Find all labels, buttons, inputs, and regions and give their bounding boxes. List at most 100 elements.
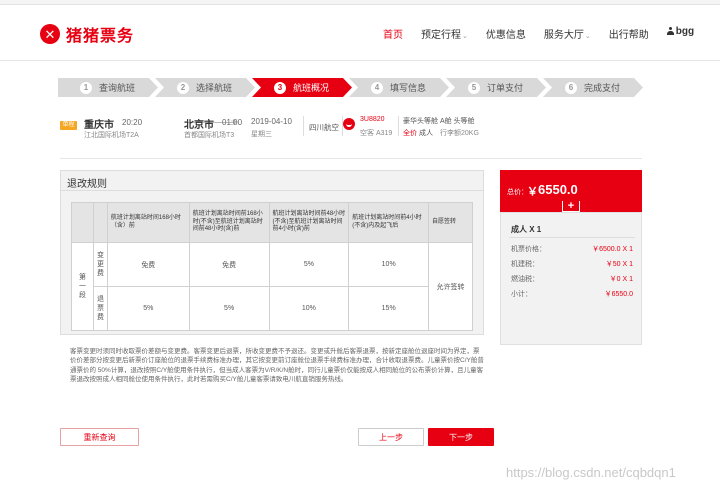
site-logo[interactable]: ✕ 猪猪票务 <box>40 22 134 46</box>
booking-steps: 1 查询航班 2 选择航班 3 航班概况 4 填写信息 5 订单支付 6 完成支付 <box>58 78 643 97</box>
aircraft-type: 空客 A319 <box>360 130 393 137</box>
price-row-label: 燃油税： <box>511 276 539 283</box>
table-header-row: 航班计划离站时间168小时（含）前 航班计划离站时间前168小时(不含)至航班计… <box>71 202 473 243</box>
endorse-cell: 允许签转 <box>428 242 473 331</box>
departure-city: 重庆市 <box>84 120 114 131</box>
header-divider <box>0 60 720 61</box>
rules-title: 退改规则 <box>67 179 107 190</box>
price-row: 机票价格： ￥6500.0 X 1 <box>511 244 633 254</box>
prev-step-button[interactable]: 上一步 <box>358 428 424 446</box>
user-icon <box>666 27 674 35</box>
flight-divider <box>60 158 642 159</box>
chevron-down-icon: ⌄ <box>462 33 468 40</box>
step-number: 2 <box>177 82 189 94</box>
table-cell: 免费 <box>188 242 270 287</box>
table-header-cell: 航班计划离站时间前168小时(不含)至航班计划离站时间前48小时(含)前 <box>188 202 270 243</box>
watermark: https://blog.csdn.net/cqbdqn1 <box>506 465 676 480</box>
price-row-label: 机建税： <box>511 261 539 268</box>
step-label: 选择航班 <box>196 83 233 93</box>
table-row-change: 第一段 变更费 免费 免费 5% 10% 允许签转 <box>71 242 473 331</box>
chevron-down-icon: ⌄ <box>584 33 591 40</box>
step-number: 4 <box>371 82 383 94</box>
table-header-cell: 航班计划离站时间前4小时(不含)内及起飞后 <box>348 202 430 243</box>
nav-booking-label: 预定行程 <box>421 30 461 41</box>
baggage-allowance: 行李额20KG <box>440 130 479 137</box>
table-header-cell: 自愿签转 <box>428 202 473 243</box>
flight-weekday: 星期三 <box>251 131 272 138</box>
price-row: 机建税： ￥50 X 1 <box>511 259 633 269</box>
step-search: 1 查询航班 <box>58 78 158 97</box>
price-row-label: 机票价格： <box>511 246 546 253</box>
nav-booking[interactable]: 预定行程⌄ <box>421 26 468 41</box>
price-divider <box>509 237 635 238</box>
nav-service-label: 服务大厅 <box>543 30 584 41</box>
step-overview: 3 航班概况 <box>252 78 352 97</box>
price-row-label: 小计： <box>511 291 532 298</box>
step-number: 5 <box>468 82 480 94</box>
price-row-value: ￥6550.0 <box>604 291 633 298</box>
table-cell: 10% <box>348 242 430 287</box>
arrival-airport: 首都国际机场T3 <box>184 132 235 139</box>
requery-button[interactable]: 重新查询 <box>60 428 139 446</box>
change-fee-label: 变更费 <box>92 242 108 287</box>
airline-logo-icon <box>343 118 355 130</box>
table-cell: 5% <box>106 286 190 331</box>
flight-date: 2019-04-10 <box>251 117 292 126</box>
nav-offers[interactable]: 优惠信息 <box>486 26 526 41</box>
table-cell: 免费 <box>106 242 190 287</box>
airline-name: 四川航空 <box>309 123 339 132</box>
step-number: 6 <box>565 82 577 94</box>
logo-mark-icon: ✕ <box>40 24 60 44</box>
step-select: 2 选择航班 <box>155 78 255 97</box>
table-cell: 15% <box>348 286 430 331</box>
table-cell: 5% <box>268 242 350 287</box>
step-fill-info: 4 填写信息 <box>349 78 449 97</box>
arrival-city: 北京市 <box>184 120 214 131</box>
trip-type-badge: 单程 <box>60 121 77 130</box>
browser-top-strip <box>0 0 720 5</box>
rules-notes: 客票变更时须同时收取票价差额与变更费。客票变更后退票，所收变更费不予退还。变更或… <box>70 348 484 384</box>
price-type: 全价 <box>403 130 417 137</box>
cabin-class: 豪华头等舱 A舱 头等舱 <box>403 118 475 125</box>
departure-time: 20:20 <box>122 118 143 127</box>
arrival-time: 01:00 <box>222 118 243 127</box>
step-label: 航班概况 <box>293 83 330 93</box>
table-header-cell: 航班计划离站时间前48小时(不含)至航班计划离站时间前4小时(含)前 <box>268 202 350 243</box>
price-row-value: ￥0 X 1 <box>609 276 633 283</box>
next-step-button[interactable]: 下一步 <box>428 428 494 446</box>
rules-title-divider <box>61 190 483 191</box>
main-nav: 首页 预定行程⌄ 优惠信息 服务大厅⌄ 出行帮助 bgg <box>383 26 694 41</box>
divider <box>303 116 304 136</box>
price-breakdown: 成人 X 1 机票价格： ￥6500.0 X 1 机建税： ￥50 X 1 燃油… <box>500 212 642 345</box>
table-header-cell <box>71 202 94 243</box>
flight-summary: 单程 重庆市 20:20 江北国际机场T2A 北京市 01:00 首都国际机场T… <box>60 113 642 143</box>
nav-user[interactable]: bgg <box>666 26 694 41</box>
step-complete: 6 完成支付 <box>543 78 643 97</box>
nav-service[interactable]: 服务大厅⌄ <box>544 26 591 41</box>
price-row-value: ￥50 X 1 <box>605 261 633 268</box>
step-label: 订单支付 <box>487 83 524 93</box>
step-number: 3 <box>274 82 286 94</box>
table-cell: 10% <box>268 286 350 331</box>
logo-text: 猪猪票务 <box>66 28 135 45</box>
nav-help[interactable]: 出行帮助 <box>609 26 649 41</box>
table-row-refund: 退票费 5% 5% 10% 15% <box>72 286 473 331</box>
price-row: 小计： ￥6550.0 <box>511 289 633 299</box>
step-label: 填写信息 <box>390 83 427 93</box>
table-header-cell: 航班计划离站时间168小时（含）前 <box>106 202 190 243</box>
nav-home[interactable]: 首页 <box>383 26 403 41</box>
refund-rules-panel: 退改规则 航班计划离站时间168小时（含）前 航班计划离站时间前168小时(不含… <box>60 170 484 335</box>
departure-airport: 江北国际机场T2A <box>84 132 139 139</box>
passenger-count: 成人 X 1 <box>511 225 542 234</box>
step-payment: 5 订单支付 <box>446 78 546 97</box>
step-number: 1 <box>80 82 92 94</box>
segment-text: 第一段 <box>78 273 86 300</box>
change-fee-text: 变更费 <box>96 251 104 278</box>
total-price-value: 6550.0 <box>538 182 578 197</box>
total-price-label: 总价： <box>507 189 528 196</box>
passenger-type: 成人 <box>419 130 433 137</box>
refund-fee-label: 退票费 <box>92 286 108 331</box>
step-label: 完成支付 <box>584 83 621 93</box>
expand-price-button[interactable]: + <box>562 200 580 212</box>
flight-number: 3U8820 <box>360 116 385 123</box>
